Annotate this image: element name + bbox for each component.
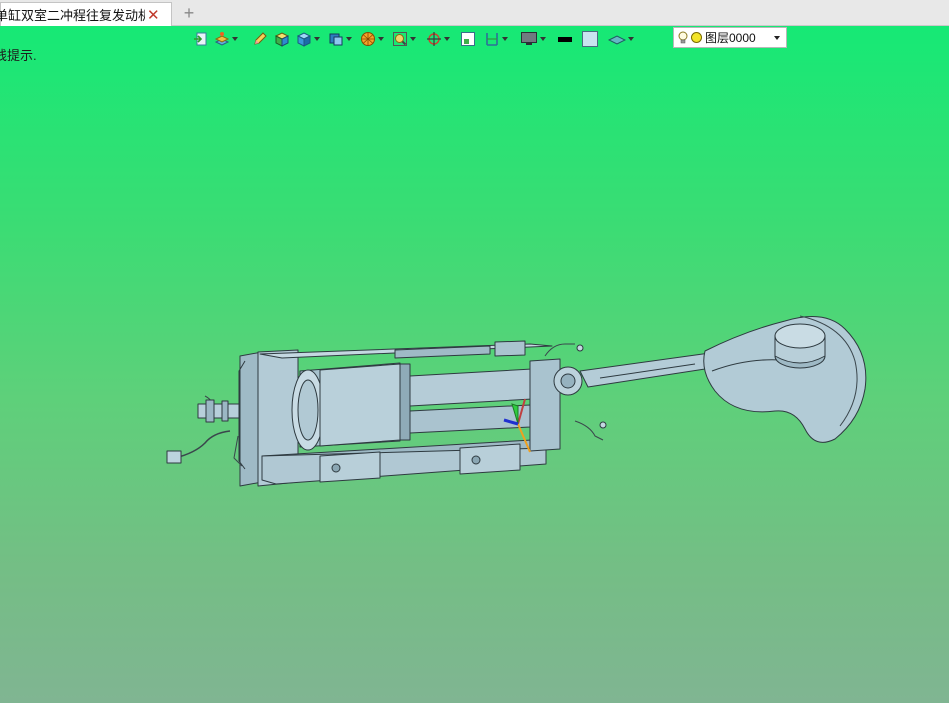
engine-3d-model[interactable] [0, 26, 949, 703]
document-tab[interactable]: 单缸双室二冲程往复发动机] ✕ [0, 2, 172, 26]
document-tab-title: 单缸双室二冲程往复发动机] [0, 8, 145, 23]
close-tab-icon[interactable]: ✕ [147, 6, 160, 24]
tab-bar: 单缸双室二冲程往复发动机] ✕ + [0, 0, 949, 26]
add-tab-button[interactable]: + [180, 3, 198, 23]
3d-viewport[interactable]: 线提示. 图层0000 [0, 26, 949, 703]
cad-app: 单缸双室二冲程往复发动机] ✕ + 线提示. 图层0000 [0, 0, 949, 703]
